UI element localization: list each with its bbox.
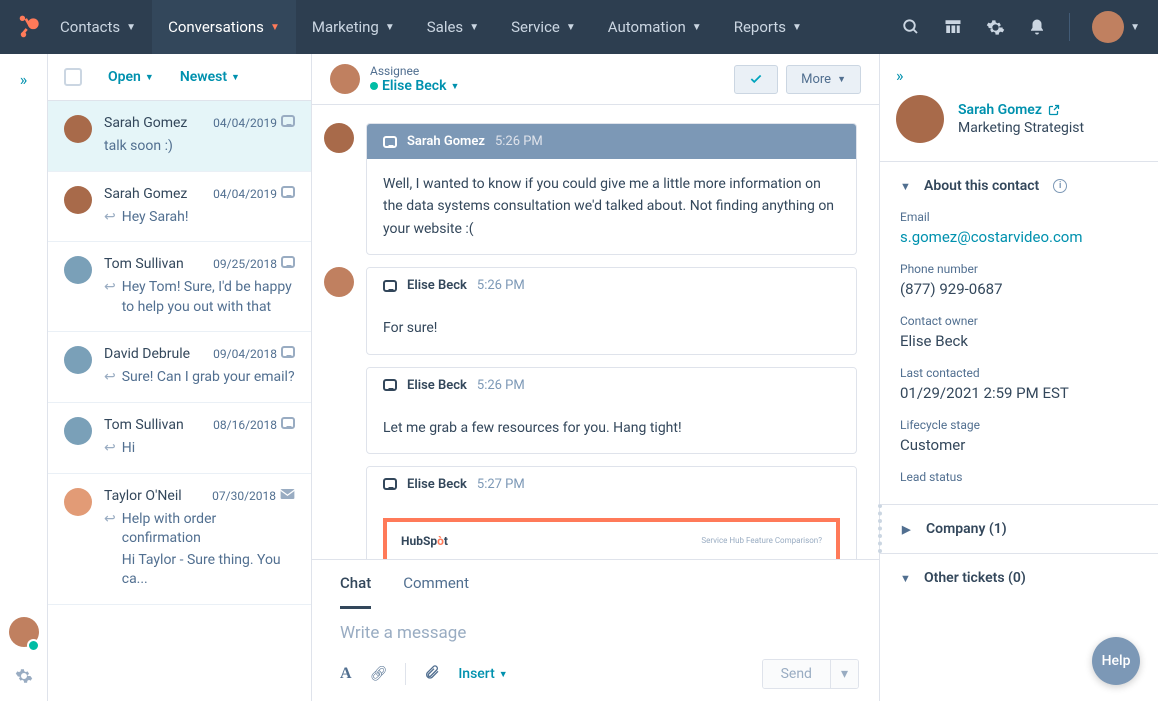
chat-icon (383, 136, 397, 148)
rail-settings-icon[interactable] (15, 667, 33, 689)
conversation-item[interactable]: Taylor O'Neil07/30/2018↩Help with order … (48, 474, 311, 605)
info-icon[interactable]: i (1053, 179, 1067, 193)
notifications-icon[interactable] (1027, 17, 1047, 37)
hubspot-logo[interactable] (16, 13, 44, 41)
profile-menu[interactable]: ▼ (1092, 11, 1140, 43)
conversation-item[interactable]: Tom Sullivan09/25/2018↩Hey Tom! Sure, I'… (48, 242, 311, 332)
conversation-item[interactable]: Tom Sullivan08/16/2018↩Hi (48, 403, 311, 474)
about-contact-toggle[interactable]: ▼ About this contact i (900, 178, 1138, 194)
message-row: Elise Beck5:26 PMLet me grab a few resou… (324, 367, 857, 454)
close-conversation-button[interactable] (734, 65, 778, 94)
contact-field: Lead status (900, 470, 1138, 484)
message-row: Sarah Gomez5:26 PMWell, I wanted to know… (324, 123, 857, 255)
message-avatar (324, 267, 354, 297)
contact-field: Emails.gomez@costarvideo.com (900, 210, 1138, 246)
contact-field: Phone number(877) 929-0687 (900, 262, 1138, 298)
chat-icon (383, 280, 397, 292)
nav-sales[interactable]: Sales▼ (411, 0, 495, 54)
nav-service[interactable]: Service▼ (495, 0, 592, 54)
conversation-avatar (64, 488, 92, 516)
link-button[interactable]: 🔗︎ (370, 666, 388, 682)
contact-title: Marketing Strategist (958, 120, 1084, 136)
conversation-item[interactable]: Sarah Gomez04/04/2019↩Hey Sarah! (48, 172, 311, 243)
contact-avatar (896, 95, 944, 143)
message-row: Elise Beck5:26 PMFor sure! (324, 267, 857, 354)
current-user-avatar[interactable] (9, 617, 39, 651)
contact-field: Contact ownerElise Beck (900, 314, 1138, 350)
sidebar-section[interactable]: ▶Company (1) (878, 504, 1158, 553)
send-button[interactable]: Send ▾ (762, 659, 859, 689)
external-link-icon (1048, 104, 1060, 116)
marketplace-icon[interactable] (943, 17, 963, 37)
search-icon[interactable] (901, 17, 921, 37)
conversation-item[interactable]: Sarah Gomez04/04/2019talk soon :) (48, 101, 311, 172)
composer-tab-comment[interactable]: Comment (403, 560, 469, 609)
conversation-avatar (64, 115, 92, 143)
nav-marketing[interactable]: Marketing▼ (296, 0, 411, 54)
expand-folders-icon[interactable]: » (20, 70, 28, 89)
sidebar-section[interactable]: ▼Other tickets (0) (880, 553, 1158, 602)
status-filter[interactable]: Open▼ (108, 69, 154, 85)
select-all-checkbox[interactable] (64, 68, 82, 86)
nav-contacts[interactable]: Contacts▼ (44, 0, 152, 54)
attachment-button[interactable] (424, 664, 440, 684)
message-row: Elise Beck5:27 PMHubSpòtService Hub Feat… (324, 466, 857, 559)
conversation-avatar (64, 186, 92, 214)
contact-name-link[interactable]: Sarah Gomez (958, 102, 1084, 118)
contact-field: Last contacted01/29/2021 2:59 PM EST (900, 366, 1138, 402)
profile-avatar (1092, 11, 1124, 43)
assignee-picker[interactable]: Elise Beck▼ (370, 78, 459, 94)
nav-conversations[interactable]: Conversations▼ (152, 0, 296, 54)
sort-dropdown[interactable]: Newest▼ (180, 69, 240, 85)
nav-reports[interactable]: Reports▼ (718, 0, 818, 54)
more-actions-button[interactable]: More▼ (786, 65, 861, 94)
message-avatar (324, 123, 354, 153)
assignee-avatar (330, 64, 360, 94)
insert-dropdown[interactable]: Insert▼ (458, 666, 507, 682)
chat-icon (383, 478, 397, 490)
composer-tab-chat[interactable]: Chat (340, 560, 371, 609)
conversation-avatar (64, 346, 92, 374)
message-input[interactable]: Write a message (312, 609, 879, 651)
collapse-sidebar-icon[interactable]: » (896, 66, 904, 85)
chat-icon (383, 379, 397, 391)
conversation-avatar (64, 256, 92, 284)
format-text-button[interactable]: A (340, 665, 352, 683)
settings-icon[interactable] (985, 17, 1005, 37)
conversation-item[interactable]: David Debrule09/04/2018↩Sure! Can I grab… (48, 332, 311, 403)
nav-automation[interactable]: Automation▼ (592, 0, 718, 54)
conversation-avatar (64, 417, 92, 445)
help-button[interactable]: Help (1092, 637, 1140, 685)
assignee-label: Assignee (370, 64, 459, 78)
contact-field: Lifecycle stageCustomer (900, 418, 1138, 454)
